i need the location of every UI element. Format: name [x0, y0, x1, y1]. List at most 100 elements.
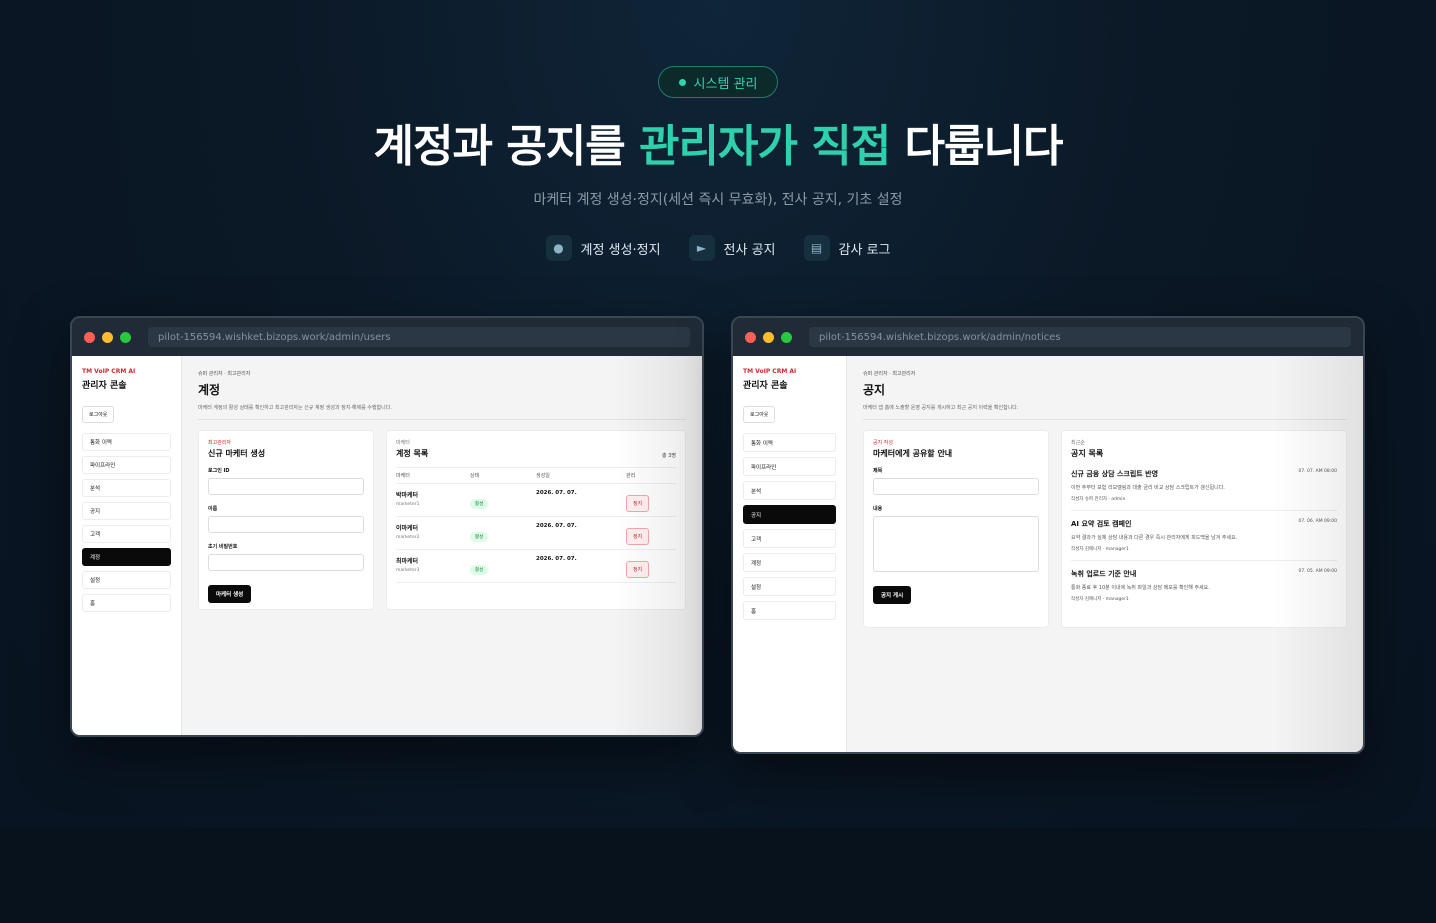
sidebar-item-customers[interactable]: 고객 [82, 525, 171, 543]
column-header: 관리 [626, 473, 636, 479]
browser-chrome: pilot-156594.wishket.bizops.work/admin/n… [733, 318, 1363, 356]
table-row: 박마케터 marketer1 활성 2026. 07. 07. 정지 [396, 484, 676, 517]
card-title: 신규 마케터 생성 [208, 449, 266, 458]
megaphone-icon: ► [688, 235, 715, 261]
maximize-window-icon[interactable] [781, 331, 792, 343]
suspend-button[interactable]: 정지 [626, 561, 650, 578]
suspend-button[interactable]: 정지 [626, 495, 650, 512]
headline: 계정과 공지를 관리자가 직접 다룹니다 [0, 110, 1436, 174]
notice-body-textarea[interactable] [873, 516, 1039, 572]
card-title: 계정 목록 [396, 449, 429, 458]
marketer-name: 박마케터 [396, 492, 419, 499]
browser-chrome: pilot-156594.wishket.bizops.work/admin/u… [72, 318, 702, 356]
headline-before: 계정과 공지를 [373, 121, 640, 172]
password-label: 초기 비밀번호 [208, 544, 238, 550]
list-item[interactable]: AI 요약 검토 캠페인 07. 06. AM 09:00 요약 결과가 실제 … [1071, 511, 1337, 561]
feature-notices: ► 전사 공지 [688, 235, 776, 261]
marketer-name: 최마케터 [396, 558, 419, 565]
sidebar-item-settings[interactable]: 설정 [82, 571, 171, 589]
list-item[interactable]: 신규 금융 상담 스크립트 반영 07. 07. AM 08:00 이번 주부터… [1071, 461, 1337, 511]
sidebar-item-notices[interactable]: 공지 [82, 502, 171, 520]
maximize-window-icon[interactable] [120, 331, 131, 343]
feature-accounts: ● 계정 생성·정지 [545, 235, 661, 261]
headline-after: 다룹니다 [890, 121, 1064, 172]
sidebar-item-pipeline[interactable]: 파이프라인 [82, 456, 171, 474]
notice-title-input[interactable] [873, 478, 1039, 495]
create-marketer-card: 최고관리자 신규 마케터 생성 로그인 ID 이름 초기 비밀번호 마케터 생성 [198, 430, 374, 610]
console-title: 관리자 콘솔 [743, 381, 788, 391]
list-header: 마케터 계정 목록 총 3명 [396, 439, 676, 467]
main-content: 슈퍼 관리자 · 최고관리자 공지 마케터 앱 홈에 노출할 운영 공지를 게시… [847, 356, 1363, 752]
minimize-window-icon[interactable] [763, 331, 774, 343]
users-page: TM VoIP CRM AI 관리자 콘솔 로그아웃 통화 이력 파이프라인 분… [72, 356, 702, 735]
sidebar-item-home[interactable]: 홈 [82, 594, 171, 612]
console-title: 관리자 콘솔 [82, 381, 127, 391]
brand-label: TM VoIP CRM AI [743, 368, 797, 375]
sidebar-item-notices[interactable]: 공지 [743, 505, 836, 524]
sidebar-item-analytics[interactable]: 분석 [82, 479, 171, 497]
notice-time: 07. 05. AM 09:00 [1298, 569, 1337, 574]
name-input[interactable] [208, 516, 364, 533]
sidebar-item-accounts[interactable]: 계정 [82, 548, 171, 566]
page-title: 계정 [198, 383, 221, 397]
notice-body: 요약 결과가 실제 상담 내용과 다른 경우 즉시 관리자에게 피드백을 남겨 … [1071, 535, 1238, 541]
post-notice-button[interactable]: 공지 게시 [873, 586, 912, 604]
feature-list: ● 계정 생성·정지 ► 전사 공지 ▤ 감사 로그 [0, 235, 1436, 261]
password-input[interactable] [208, 554, 364, 571]
notice-body-label: 내용 [873, 506, 883, 512]
login-id-label: 로그인 ID [208, 468, 230, 474]
suspend-button[interactable]: 정지 [626, 528, 650, 545]
address-bar[interactable]: pilot-156594.wishket.bizops.work/admin/n… [809, 327, 1351, 347]
created-date: 2026. 07. 07. [536, 556, 577, 562]
notice-author: 작성자 슈퍼 관리자 · admin [1071, 497, 1126, 502]
close-window-icon[interactable] [745, 331, 756, 343]
marketer-id: marketer2 [396, 535, 420, 540]
compose-notice-card: 공지 작성 마케터에게 공유할 안내 제목 내용 공지 게시 [863, 430, 1049, 628]
notices-page: TM VoIP CRM AI 관리자 콘솔 로그아웃 통화 이력 파이프라인 분… [733, 356, 1363, 752]
sidebar-item-customers[interactable]: 고객 [743, 529, 836, 548]
subline: 마케터 계정 생성·정지(세션 즉시 무효화), 전사 공지, 기초 설정 [533, 192, 903, 208]
table-header: 마케터 상태 생성일 관리 [396, 467, 676, 484]
address-bar[interactable]: pilot-156594.wishket.bizops.work/admin/u… [148, 327, 690, 347]
notice-time: 07. 06. AM 09:00 [1298, 519, 1337, 524]
list-item[interactable]: 녹취 업로드 기준 안내 07. 05. AM 09:00 통화 종료 후 10… [1071, 561, 1337, 610]
notice-body: 통화 종료 후 10분 이내에 녹취 파일과 상담 메모를 확인해 주세요. [1071, 585, 1210, 591]
sidebar-item-settings[interactable]: 설정 [743, 577, 836, 596]
close-window-icon[interactable] [84, 331, 95, 343]
table-row: 이마케터 marketer2 활성 2026. 07. 07. 정지 [396, 517, 676, 550]
page-description: 마케터 계정의 활성 상태를 확인하고 최고관리자는 신규 계정 생성과 정지·… [198, 404, 686, 420]
pill-label: 시스템 관리 [693, 76, 758, 92]
page-title: 공지 [863, 383, 886, 397]
login-id-input[interactable] [208, 478, 364, 495]
brand-label: TM VoIP CRM AI [82, 368, 136, 375]
marketer-id: marketer1 [396, 502, 420, 507]
sidebar-item-home[interactable]: 홈 [743, 601, 836, 620]
minimize-window-icon[interactable] [102, 331, 113, 343]
feature-audit: ▤ 감사 로그 [803, 235, 891, 261]
user-icon: ● [545, 235, 572, 261]
sidebar-item-call-history[interactable]: 통화 이력 [82, 433, 171, 451]
notice-title: AI 요약 검토 캠페인 [1071, 520, 1132, 528]
sidebar-item-pipeline[interactable]: 파이프라인 [743, 457, 836, 476]
users-browser-window: pilot-156594.wishket.bizops.work/admin/u… [70, 316, 704, 737]
card-eyebrow: 공지 작성 [873, 440, 893, 446]
total-count: 총 3명 [662, 453, 676, 459]
create-marketer-button[interactable]: 마케터 생성 [208, 585, 252, 603]
logout-button[interactable]: 로그아웃 [743, 406, 776, 423]
headline-accent: 관리자가 직접 [639, 121, 891, 172]
cards: 공지 작성 마케터에게 공유할 안내 제목 내용 공지 게시 최근순 공지 목록… [863, 430, 1347, 628]
status-badge: 활성 [470, 532, 489, 542]
card-title: 마케터에게 공유할 안내 [873, 449, 953, 458]
marketer-id: marketer3 [396, 568, 420, 573]
cards: 최고관리자 신규 마케터 생성 로그인 ID 이름 초기 비밀번호 마케터 생성… [198, 430, 686, 610]
created-date: 2026. 07. 07. [536, 523, 577, 529]
notice-body: 이번 주부터 보험 리모델링과 대출 금리 비교 상담 스크립트가 갱신됩니다. [1071, 485, 1225, 491]
sidebar-item-call-history[interactable]: 통화 이력 [743, 433, 836, 452]
document-icon: ▤ [803, 235, 830, 261]
table-row: 최마케터 marketer3 활성 2026. 07. 07. 정지 [396, 550, 676, 583]
sidebar-item-accounts[interactable]: 계정 [743, 553, 836, 572]
card-eyebrow: 최고관리자 [208, 440, 232, 446]
notice-list-card: 최근순 공지 목록 신규 금융 상담 스크립트 반영 07. 07. AM 08… [1061, 430, 1347, 628]
sidebar-item-analytics[interactable]: 분석 [743, 481, 836, 500]
logout-button[interactable]: 로그아웃 [82, 406, 115, 423]
